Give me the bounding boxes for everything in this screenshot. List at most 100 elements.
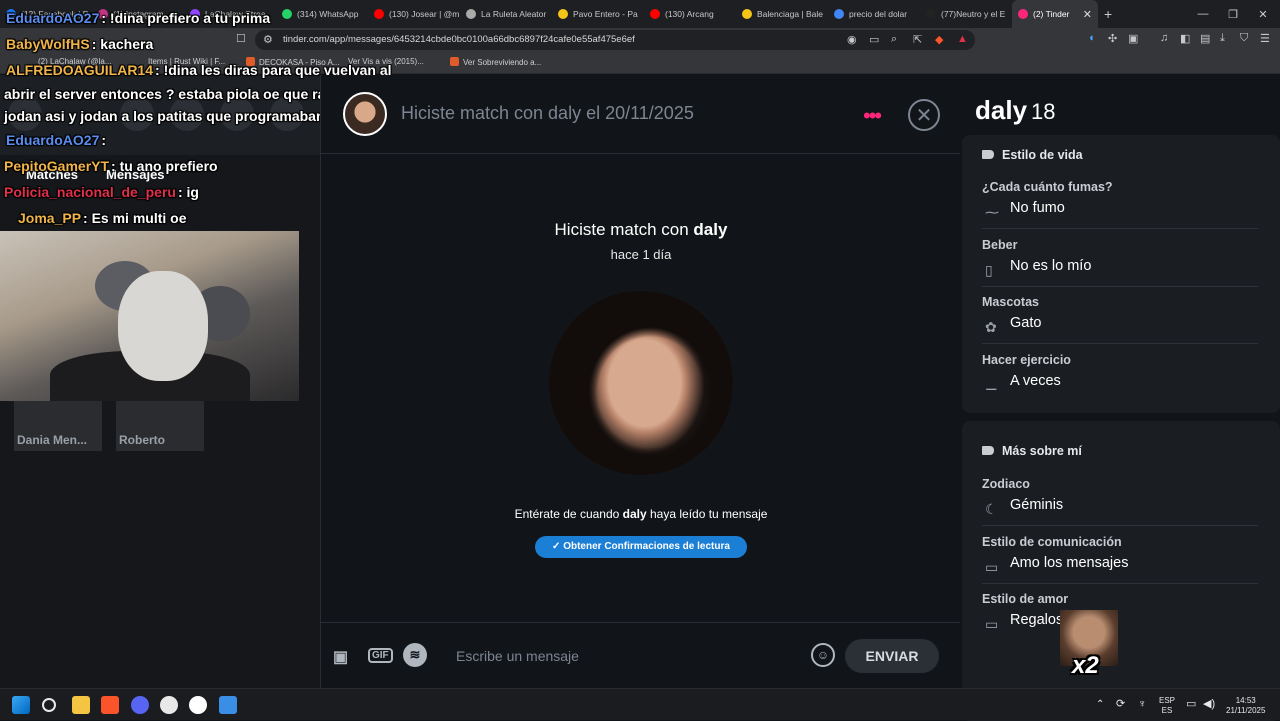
file-explorer-icon[interactable] <box>72 696 90 714</box>
language-region: ES <box>1161 706 1173 715</box>
menu-icon[interactable]: ☰ <box>1260 32 1270 45</box>
browser-tab[interactable]: Balenciaga | Bale <box>736 0 828 28</box>
spotify-icon[interactable]: ≋ <box>403 643 427 667</box>
minimize-icon[interactable]: — <box>1188 0 1218 28</box>
tinder-favicon-icon <box>1018 9 1028 19</box>
browser-tab[interactable]: (130) Arcang <box>644 0 736 28</box>
message-input[interactable] <box>456 643 796 669</box>
browser-tab[interactable]: (77)Neutro y el E <box>920 0 1012 28</box>
clock-date: 21/11/2025 <box>1226 706 1266 715</box>
match-time-ago: hace 1 día <box>610 247 672 262</box>
cast-icon[interactable]: ▭ <box>869 33 879 46</box>
profile-name: daly 18 <box>975 95 1056 126</box>
start-icon[interactable] <box>12 696 30 714</box>
match-heading-prefix: Hiciste match con <box>554 220 694 239</box>
match-date-title: Hiciste match con daly el 20/11/2025 <box>401 103 694 123</box>
chat-message: EduardoAO27: <box>6 132 106 148</box>
browser-tab[interactable]: Pavo Entero - Pa <box>552 0 644 28</box>
close-window-icon[interactable]: ✕ <box>1248 0 1278 28</box>
discord-icon[interactable] <box>131 696 149 714</box>
tab-favicon-icon <box>282 9 292 19</box>
profile-question: Estilo de comunicación <box>982 534 1122 549</box>
network-icon[interactable]: ▭ <box>1186 699 1196 710</box>
bookmark-item[interactable]: Ver Sobreviviendo a... <box>450 57 541 67</box>
match-avatar[interactable] <box>343 92 387 136</box>
profile-answer-icon: ▯ <box>985 261 993 278</box>
close-tab-icon[interactable]: ✕ <box>1083 8 1092 21</box>
match-name: Roberto <box>119 433 165 447</box>
music-icon[interactable]: ♫ <box>1160 32 1168 44</box>
lifestyle-card <box>962 135 1280 413</box>
bookmark-icon[interactable]: ☐ <box>236 32 246 45</box>
language-indicator[interactable]: ESP ES <box>1159 696 1175 716</box>
more-options-icon[interactable]: ••• <box>863 103 882 129</box>
tab-favicon-icon <box>650 9 660 19</box>
share-icon[interactable]: ⇱ <box>913 33 922 46</box>
chat-text: : <box>101 132 107 148</box>
clock-time: 14:53 <box>1235 696 1256 705</box>
message-composer: ▣ GIF ≋ ☺ ENVIAR <box>321 622 961 688</box>
screenshot-icon[interactable]: ▣ <box>1128 32 1138 45</box>
bookmark-label: Ver Sobreviviendo a... <box>463 58 542 67</box>
close-icon: ✕ <box>915 104 933 127</box>
media-icon[interactable]: ◖ <box>1088 32 1095 44</box>
address-bar[interactable]: ⚙ tinder.com/app/messages/6453214cbde0bc… <box>255 30 975 50</box>
profile-question: Hacer ejercicio <box>982 352 1071 367</box>
browser-tab[interactable]: precio del dolar <box>828 0 920 28</box>
clock[interactable]: 14:53 21/11/2025 <box>1226 696 1265 716</box>
volume-icon[interactable]: ◀) <box>1203 699 1215 710</box>
section-title-text: Estilo de vida <box>1002 148 1083 162</box>
browser-tab[interactable]: (130) Josear | @m <box>368 0 460 28</box>
location-icon[interactable]: ◉ <box>847 33 857 46</box>
site-info-icon[interactable]: ⚙ <box>263 33 273 46</box>
profile-question: Beber <box>982 237 1018 252</box>
divider <box>982 285 1258 287</box>
tiktok-icon[interactable] <box>189 696 207 714</box>
app-icon[interactable] <box>219 696 237 714</box>
profile-panel: daly 18 Estilo de vida ¿Cada cuánto fumas?… <box>960 75 1280 721</box>
contact-card-icon[interactable]: ▣ <box>333 647 348 667</box>
browser-tab[interactable]: La Ruleta Aleator <box>460 0 552 28</box>
search-icon[interactable] <box>42 698 56 712</box>
tag-icon <box>982 446 994 455</box>
new-tab-button[interactable]: + <box>1104 6 1112 22</box>
chevron-up-icon[interactable]: ⌃ <box>1096 700 1104 710</box>
rewards-icon[interactable]: ▲ <box>957 33 968 45</box>
read-receipts-text: Entérate de cuando daly haya leído tu me… <box>321 507 961 521</box>
gif-icon[interactable]: GIF <box>368 648 393 663</box>
vpn-icon[interactable]: ⛉ <box>1240 32 1248 45</box>
tab-label: (77)Neutro y el E <box>941 9 1006 19</box>
navigation-bar: ☐ ⚙ tinder.com/app/messages/6453214cbde0… <box>0 28 1280 52</box>
brave-shield-icon[interactable]: ◆ <box>935 33 943 46</box>
extensions-icon[interactable]: ✣ <box>1108 32 1117 45</box>
close-conversation-button[interactable]: ✕ <box>908 99 940 131</box>
send-button[interactable]: ENVIAR <box>845 639 939 673</box>
chat-message: jodan asi y jodan a los patitas que prog… <box>4 108 325 124</box>
chat-message: EduardoAO27: !dina prefiero a tu prima <box>6 10 270 26</box>
wallet-icon[interactable]: ▤ <box>1200 32 1210 45</box>
chat-username: EduardoAO27 <box>6 132 100 148</box>
zoom-icon[interactable]: ⌕ <box>891 33 897 46</box>
profile-answer-icon: ▭ <box>985 558 999 575</box>
microphone-icon[interactable]: ♆ <box>1138 699 1146 710</box>
divider <box>982 228 1258 229</box>
sync-icon[interactable]: ⟳ <box>1116 699 1125 710</box>
sidebar-icon[interactable]: ◧ <box>1180 32 1190 45</box>
match-profile-photo[interactable] <box>549 291 733 475</box>
browser-tab[interactable]: (314) WhatsApp <box>276 0 368 28</box>
brave-icon[interactable] <box>101 696 119 714</box>
restore-icon[interactable]: ❐ <box>1218 0 1248 28</box>
download-icon[interactable]: ⤓ <box>1220 32 1225 45</box>
profile-answer: Amo los mensajes <box>1010 554 1129 571</box>
divider <box>982 343 1258 344</box>
profile-answer: Géminis <box>1010 497 1064 513</box>
chat-username: ALFREDOAGUILAR14 <box>6 62 154 78</box>
chat-message: Policia_nacional_de_peru: ig <box>4 184 199 200</box>
obs-icon[interactable] <box>160 696 178 714</box>
conversation-panel: Hiciste match con daly el 20/11/2025 •••… <box>320 75 961 688</box>
read-receipts-button[interactable]: ✓ Obtener Confirmaciones de lectura <box>535 536 747 558</box>
browser-tab-active[interactable]: (2) Tinder ✕ <box>1012 0 1098 28</box>
chat-username: BabyWolfHS <box>6 36 90 52</box>
profile-answer: A veces <box>1010 372 1061 389</box>
emoji-icon[interactable]: ☺ <box>811 643 835 667</box>
